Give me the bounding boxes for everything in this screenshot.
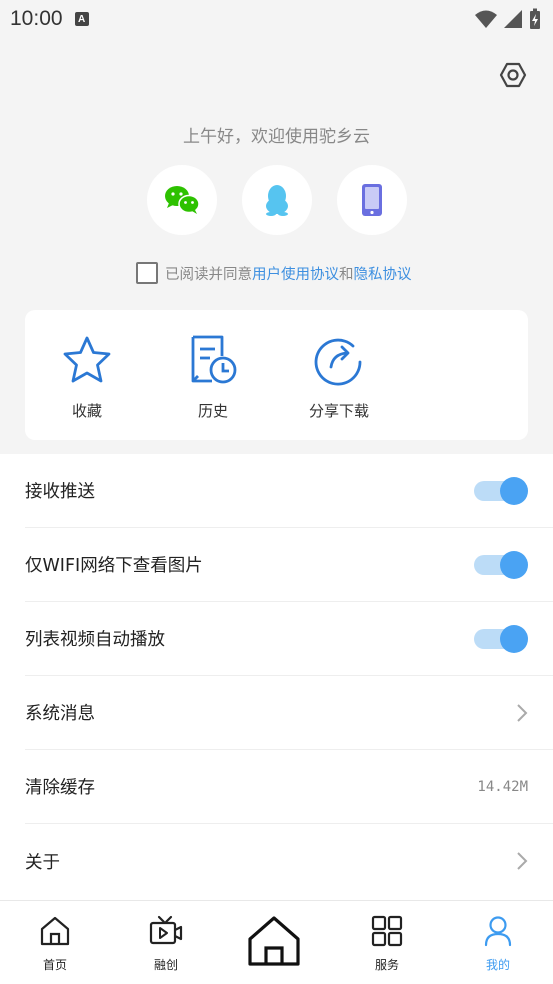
quick-action-label: 分享下载 — [308, 402, 369, 420]
setting-row-push[interactable]: 接收推送 — [25, 454, 553, 528]
wechat-login-button[interactable] — [146, 165, 217, 235]
settings-list: 接收推送 仅WIFI网络下查看图片 列表视频自动播放 系统消息 清除缓存 14.… — [0, 454, 553, 900]
agreement-checkbox[interactable] — [136, 262, 158, 284]
history-icon — [191, 335, 237, 384]
setting-row-about[interactable]: 关于 — [25, 824, 553, 898]
nav-item-rongchuang[interactable]: 融创 — [121, 901, 211, 984]
battery-icon — [530, 8, 540, 29]
user-agreement-link[interactable]: 用户使用协议 — [252, 263, 339, 284]
nav-item-services[interactable]: 服务 — [342, 901, 432, 984]
agreement-prefix: 已阅读并同意 — [165, 266, 252, 283]
status-bar: 10:00 A — [0, 0, 553, 38]
agreement-and: 和 — [339, 266, 354, 283]
signal-icon — [504, 10, 522, 28]
login-options — [0, 165, 553, 235]
tv-play-icon — [149, 915, 183, 945]
quick-action-history[interactable]: 历史 — [158, 332, 268, 421]
setting-label: 列表视频自动播放 — [25, 630, 165, 650]
setting-label: 关于 — [25, 852, 60, 873]
setting-row-autoplay[interactable]: 列表视频自动播放 — [25, 602, 553, 676]
greeting-text: 上午好，欢迎使用驼乡云 — [183, 127, 370, 147]
star-icon — [63, 336, 111, 383]
setting-row-wifi-images[interactable]: 仅WIFI网络下查看图片 — [25, 528, 553, 602]
big-home-icon — [248, 916, 300, 966]
nav-item-mine[interactable]: 我的 — [453, 901, 543, 984]
setting-row-system-messages[interactable]: 系统消息 — [25, 676, 553, 750]
share-icon — [314, 338, 362, 386]
settings-button[interactable] — [499, 61, 527, 89]
notification-icon: A — [74, 12, 89, 26]
nav-label: 我的 — [485, 958, 510, 972]
push-toggle[interactable] — [474, 476, 528, 506]
user-icon — [484, 916, 512, 947]
setting-label: 系统消息 — [25, 704, 95, 724]
nav-label: 服务 — [374, 958, 399, 972]
grid-icon — [371, 915, 403, 947]
phone-icon — [361, 184, 382, 216]
quick-action-favorites[interactable]: 收藏 — [32, 332, 142, 421]
agreement-row: 已阅读并同意 用户使用协议 和 隐私协议 — [136, 262, 412, 284]
settings-hexagon-icon — [499, 62, 527, 88]
quick-action-label: 历史 — [197, 402, 228, 420]
nav-label: 首页 — [42, 958, 67, 972]
qq-penguin-icon — [265, 185, 288, 216]
chevron-right-icon — [517, 704, 528, 722]
home-icon — [40, 916, 70, 946]
phone-login-button[interactable] — [336, 165, 407, 235]
status-time: 10:00 — [10, 7, 63, 30]
nav-label: 融创 — [153, 958, 178, 972]
cache-size-value: 14.42M — [477, 779, 528, 795]
setting-row-clear-cache[interactable]: 清除缓存 14.42M — [25, 750, 553, 824]
autoplay-toggle[interactable] — [474, 624, 528, 654]
setting-label: 仅WIFI网络下查看图片 — [25, 556, 203, 576]
wechat-icon — [164, 186, 200, 214]
setting-label: 接收推送 — [25, 482, 95, 502]
nav-item-center-home[interactable] — [246, 915, 306, 971]
quick-actions-card: 收藏 历史 分享下载 — [25, 310, 528, 440]
setting-label: 清除缓存 — [25, 778, 95, 798]
quick-action-share[interactable]: 分享下载 — [284, 332, 394, 421]
bottom-nav: 首页 融创 服务 我的 — [0, 900, 553, 984]
status-icons — [475, 8, 541, 30]
wifi-images-toggle[interactable] — [474, 550, 528, 580]
chevron-right-icon — [517, 852, 528, 870]
quick-action-label: 收藏 — [71, 402, 102, 420]
qq-login-button[interactable] — [241, 165, 312, 235]
privacy-policy-link[interactable]: 隐私协议 — [354, 263, 412, 284]
wifi-icon — [475, 10, 497, 28]
nav-item-home[interactable]: 首页 — [10, 901, 100, 984]
